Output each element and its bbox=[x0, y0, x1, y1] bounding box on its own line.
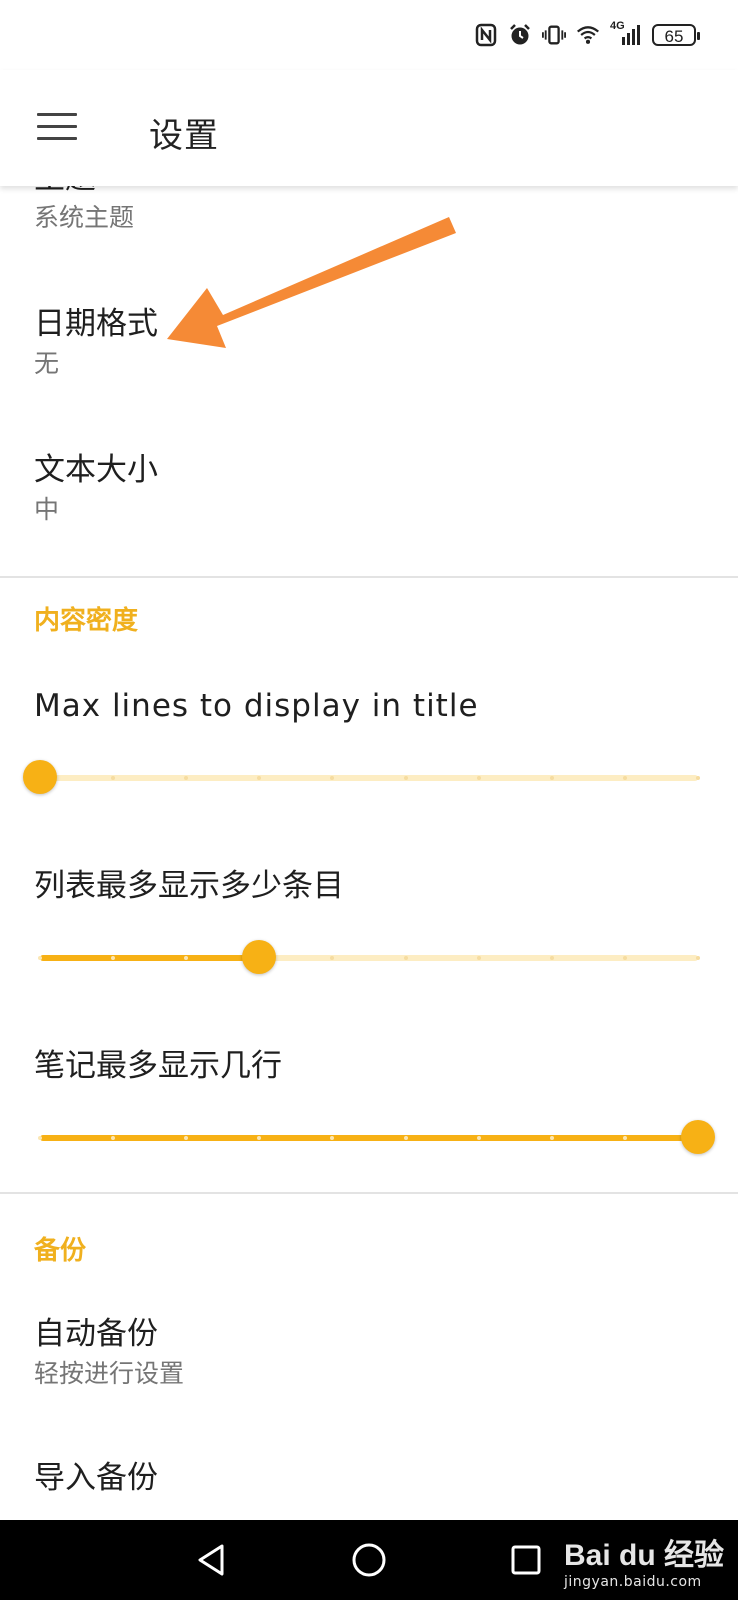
pref-date-format-value: 无 bbox=[34, 349, 60, 378]
slider-tick bbox=[38, 956, 42, 960]
category-backup: 备份 bbox=[34, 1236, 87, 1266]
slider-tick bbox=[549, 1136, 554, 1140]
alarm-icon bbox=[508, 23, 532, 47]
pref-text-size-value: 中 bbox=[34, 495, 60, 524]
pref-auto-backup[interactable]: 自动备份 轻按进行设置 bbox=[34, 1314, 714, 1392]
pref-theme-title: 主题 bbox=[34, 186, 714, 198]
category-content-density: 内容密度 bbox=[34, 606, 139, 636]
slider-tick bbox=[622, 1136, 627, 1140]
section-divider bbox=[0, 1192, 738, 1194]
slider-list-items[interactable] bbox=[38, 937, 700, 977]
slider-title: Max lines to display in title bbox=[34, 688, 479, 724]
slider-tick bbox=[476, 1136, 481, 1140]
vibrate-icon bbox=[542, 23, 566, 47]
slider-tick bbox=[549, 776, 554, 780]
pref-theme-value: 系统主题 bbox=[34, 203, 135, 232]
slider-thumb[interactable] bbox=[681, 1120, 715, 1154]
slider-tick bbox=[622, 956, 627, 960]
slider-tick bbox=[403, 1136, 408, 1140]
slider-max-title-lines[interactable] bbox=[23, 757, 700, 797]
slider-tick bbox=[403, 776, 408, 780]
watermark-main: Bai du 经验 bbox=[564, 1539, 725, 1572]
status-icons: 4G 65 bbox=[474, 18, 700, 52]
pref-text-size-title: 文本大小 bbox=[34, 452, 158, 488]
slider-note-lines-label: 笔记最多显示几行 bbox=[34, 1046, 714, 1086]
back-nav-icon[interactable] bbox=[190, 1538, 234, 1582]
watermark-url: jingyan.baidu.com bbox=[564, 1574, 702, 1590]
slider-tick bbox=[38, 1136, 42, 1140]
pref-import-backup[interactable]: 导入备份 bbox=[34, 1458, 714, 1498]
navigation-bar: Bai du 经验 jingyan.baidu.com bbox=[0, 1520, 738, 1600]
signal-label: 4G bbox=[610, 20, 625, 32]
status-bar: 4G 65 bbox=[0, 0, 738, 70]
nfc-icon bbox=[474, 23, 498, 47]
slider-track-fill bbox=[40, 955, 260, 961]
slider-track bbox=[40, 775, 698, 781]
section-divider bbox=[0, 576, 738, 578]
hamburger-menu-icon[interactable] bbox=[37, 113, 77, 143]
pref-auto-backup-value: 轻按进行设置 bbox=[34, 1359, 185, 1388]
slider-list-items-label: 列表最多显示多少条目 bbox=[34, 866, 714, 906]
pref-date-format-title: 日期格式 bbox=[34, 306, 158, 342]
pref-auto-backup-title: 自动备份 bbox=[34, 1316, 158, 1352]
app-bar: 设置 bbox=[0, 70, 738, 186]
slider-tick bbox=[476, 776, 481, 780]
home-nav-icon[interactable] bbox=[347, 1538, 391, 1582]
slider-tick bbox=[476, 956, 481, 960]
pref-date-format[interactable]: 日期格式 无 bbox=[34, 304, 714, 382]
slider-max-title-lines-label: Max lines to display in title bbox=[34, 686, 714, 726]
slider-tick bbox=[696, 776, 700, 780]
pref-text-size[interactable]: 文本大小 中 bbox=[34, 450, 714, 528]
slider-title: 列表最多显示多少条目 bbox=[34, 868, 344, 904]
slider-thumb[interactable] bbox=[242, 940, 277, 974]
pref-theme[interactable]: 主题 系统主题 bbox=[34, 186, 714, 236]
slider-track-fill bbox=[40, 1135, 698, 1141]
baidu-watermark: Bai du 经验 jingyan.baidu.com bbox=[564, 1530, 724, 1590]
recents-nav-icon[interactable] bbox=[504, 1538, 548, 1582]
page-title: 设置 bbox=[149, 116, 219, 156]
wifi-icon bbox=[576, 23, 600, 47]
battery-indicator: 65 bbox=[652, 24, 700, 46]
pref-import-backup-title: 导入备份 bbox=[34, 1460, 158, 1496]
slider-title: 笔记最多显示几行 bbox=[34, 1048, 282, 1084]
signal-4g-icon: 4G bbox=[610, 20, 642, 47]
slider-tick bbox=[403, 956, 408, 960]
slider-tick bbox=[622, 776, 627, 780]
slider-thumb[interactable] bbox=[23, 760, 57, 794]
slider-tick bbox=[696, 956, 700, 960]
settings-list[interactable]: 主题 系统主题 日期格式 无 文本大小 中 内容密度 Max lines to … bbox=[0, 186, 738, 1520]
slider-note-lines[interactable] bbox=[38, 1117, 715, 1157]
slider-tick bbox=[549, 956, 554, 960]
